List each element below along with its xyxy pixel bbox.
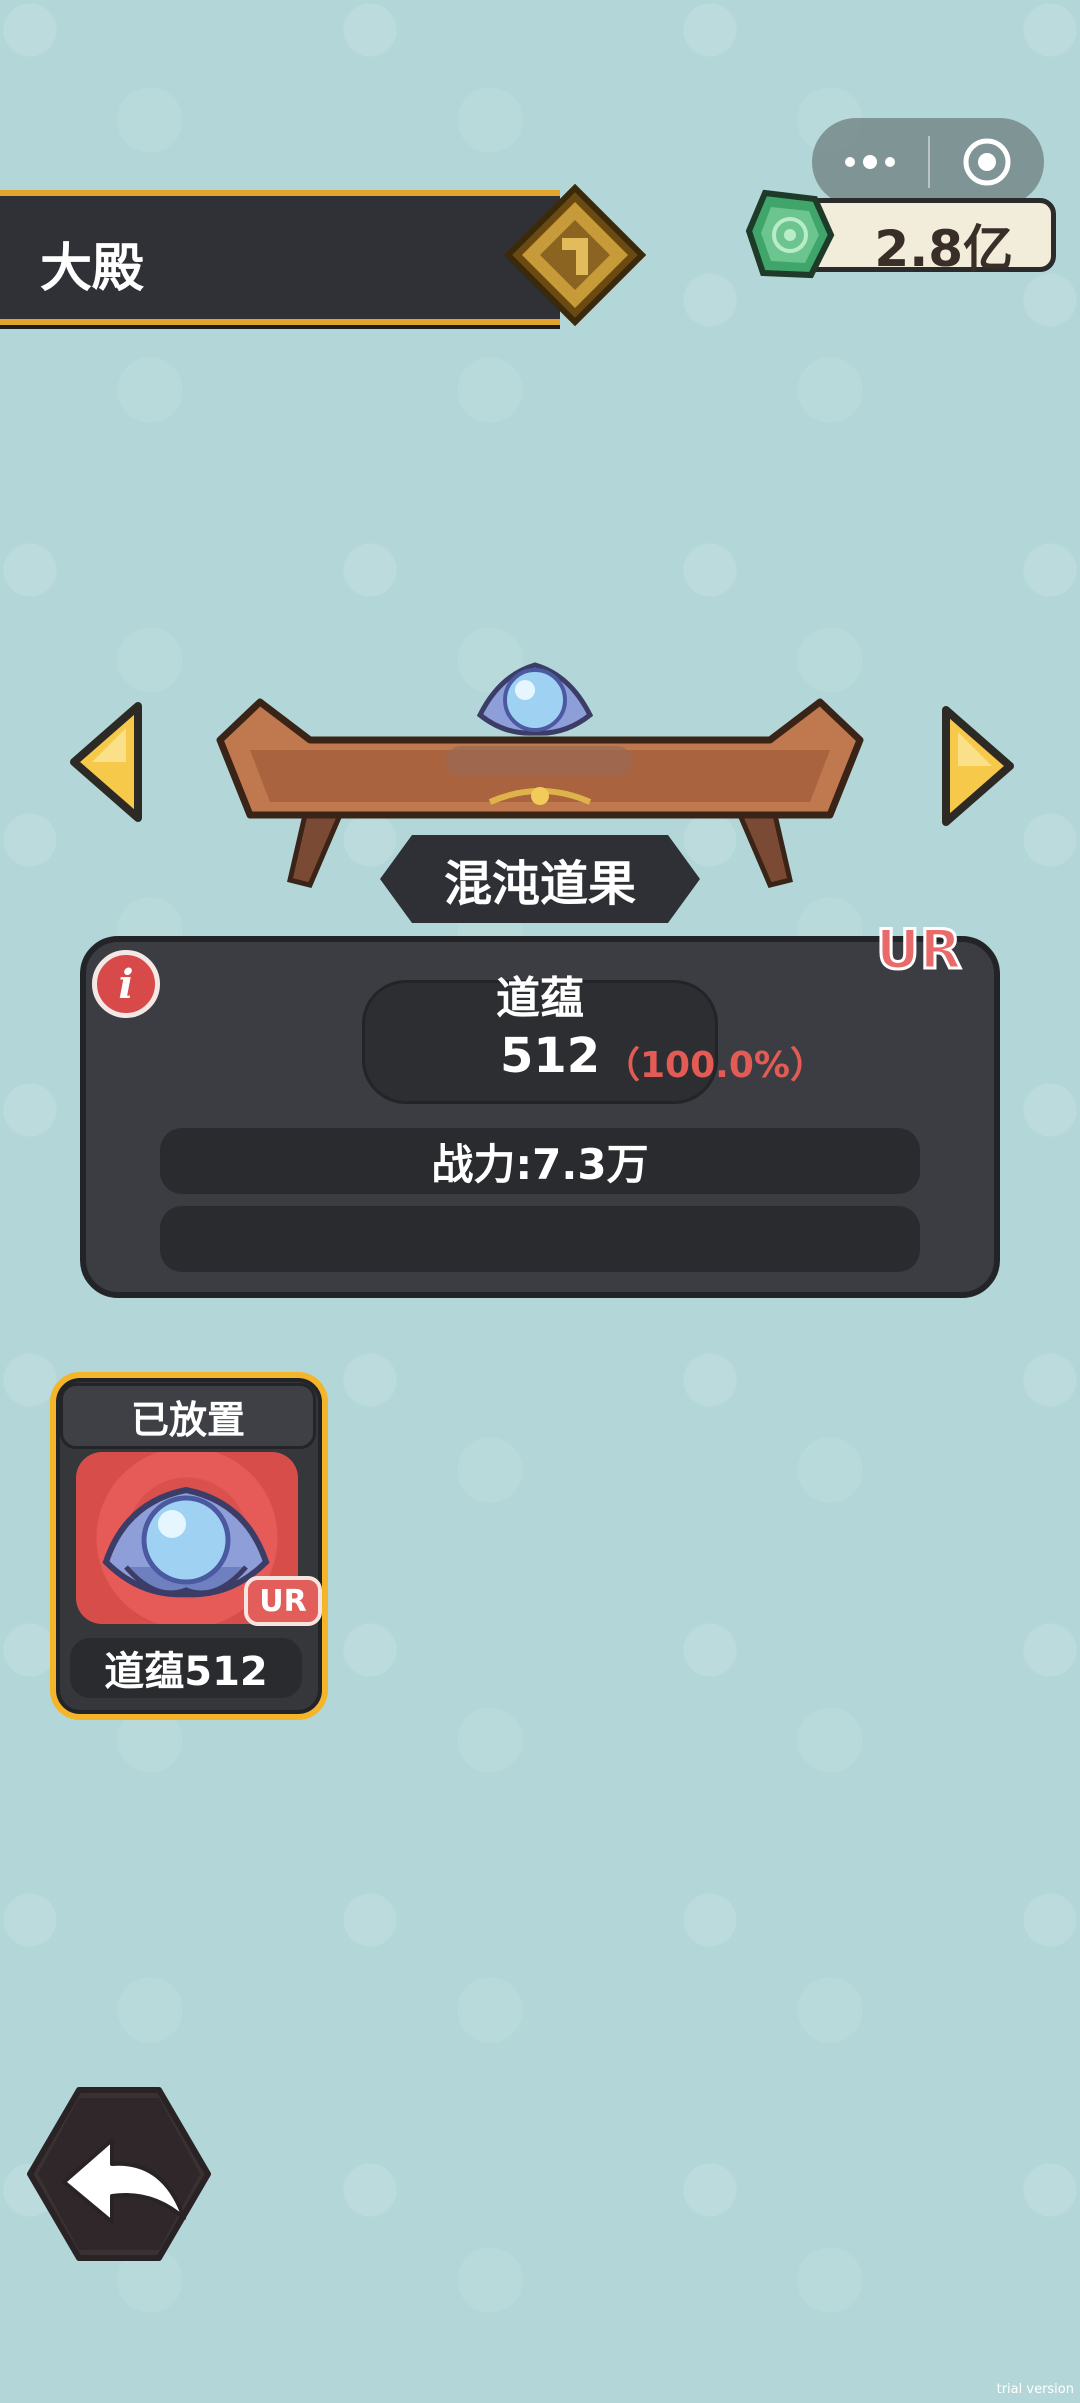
next-arrow-icon[interactable] bbox=[938, 704, 1018, 828]
back-arrow-button[interactable] bbox=[24, 2084, 214, 2264]
stat-value: 512 bbox=[500, 1028, 601, 1084]
previous-arrow-icon[interactable] bbox=[66, 700, 146, 824]
currency-amount: 2.8亿 bbox=[874, 220, 1013, 278]
stat-percent: （100.0%） bbox=[604, 1045, 826, 1086]
card-caption: 道蕴512 bbox=[70, 1638, 302, 1698]
empty-stat-row bbox=[160, 1206, 920, 1272]
header-bar: 大殿 bbox=[0, 190, 560, 325]
jade-gem-icon bbox=[745, 189, 835, 279]
stat-label: 道蕴 bbox=[496, 973, 584, 1024]
card-rarity-badge: UR bbox=[244, 1576, 322, 1626]
page-title: 大殿 bbox=[40, 239, 145, 299]
item-name-label: 混沌道果 bbox=[380, 835, 700, 923]
chaos-fruit-icon bbox=[476, 662, 594, 736]
miniprogram-capsule bbox=[812, 118, 1044, 206]
target-circle-icon[interactable] bbox=[930, 118, 1044, 206]
power-row: 战力:7.3万 bbox=[160, 1128, 920, 1194]
diamond-emblem-icon bbox=[503, 183, 647, 327]
card-status-label: 已放置 bbox=[60, 1383, 316, 1449]
watermark: trial version bbox=[996, 2382, 1074, 2397]
